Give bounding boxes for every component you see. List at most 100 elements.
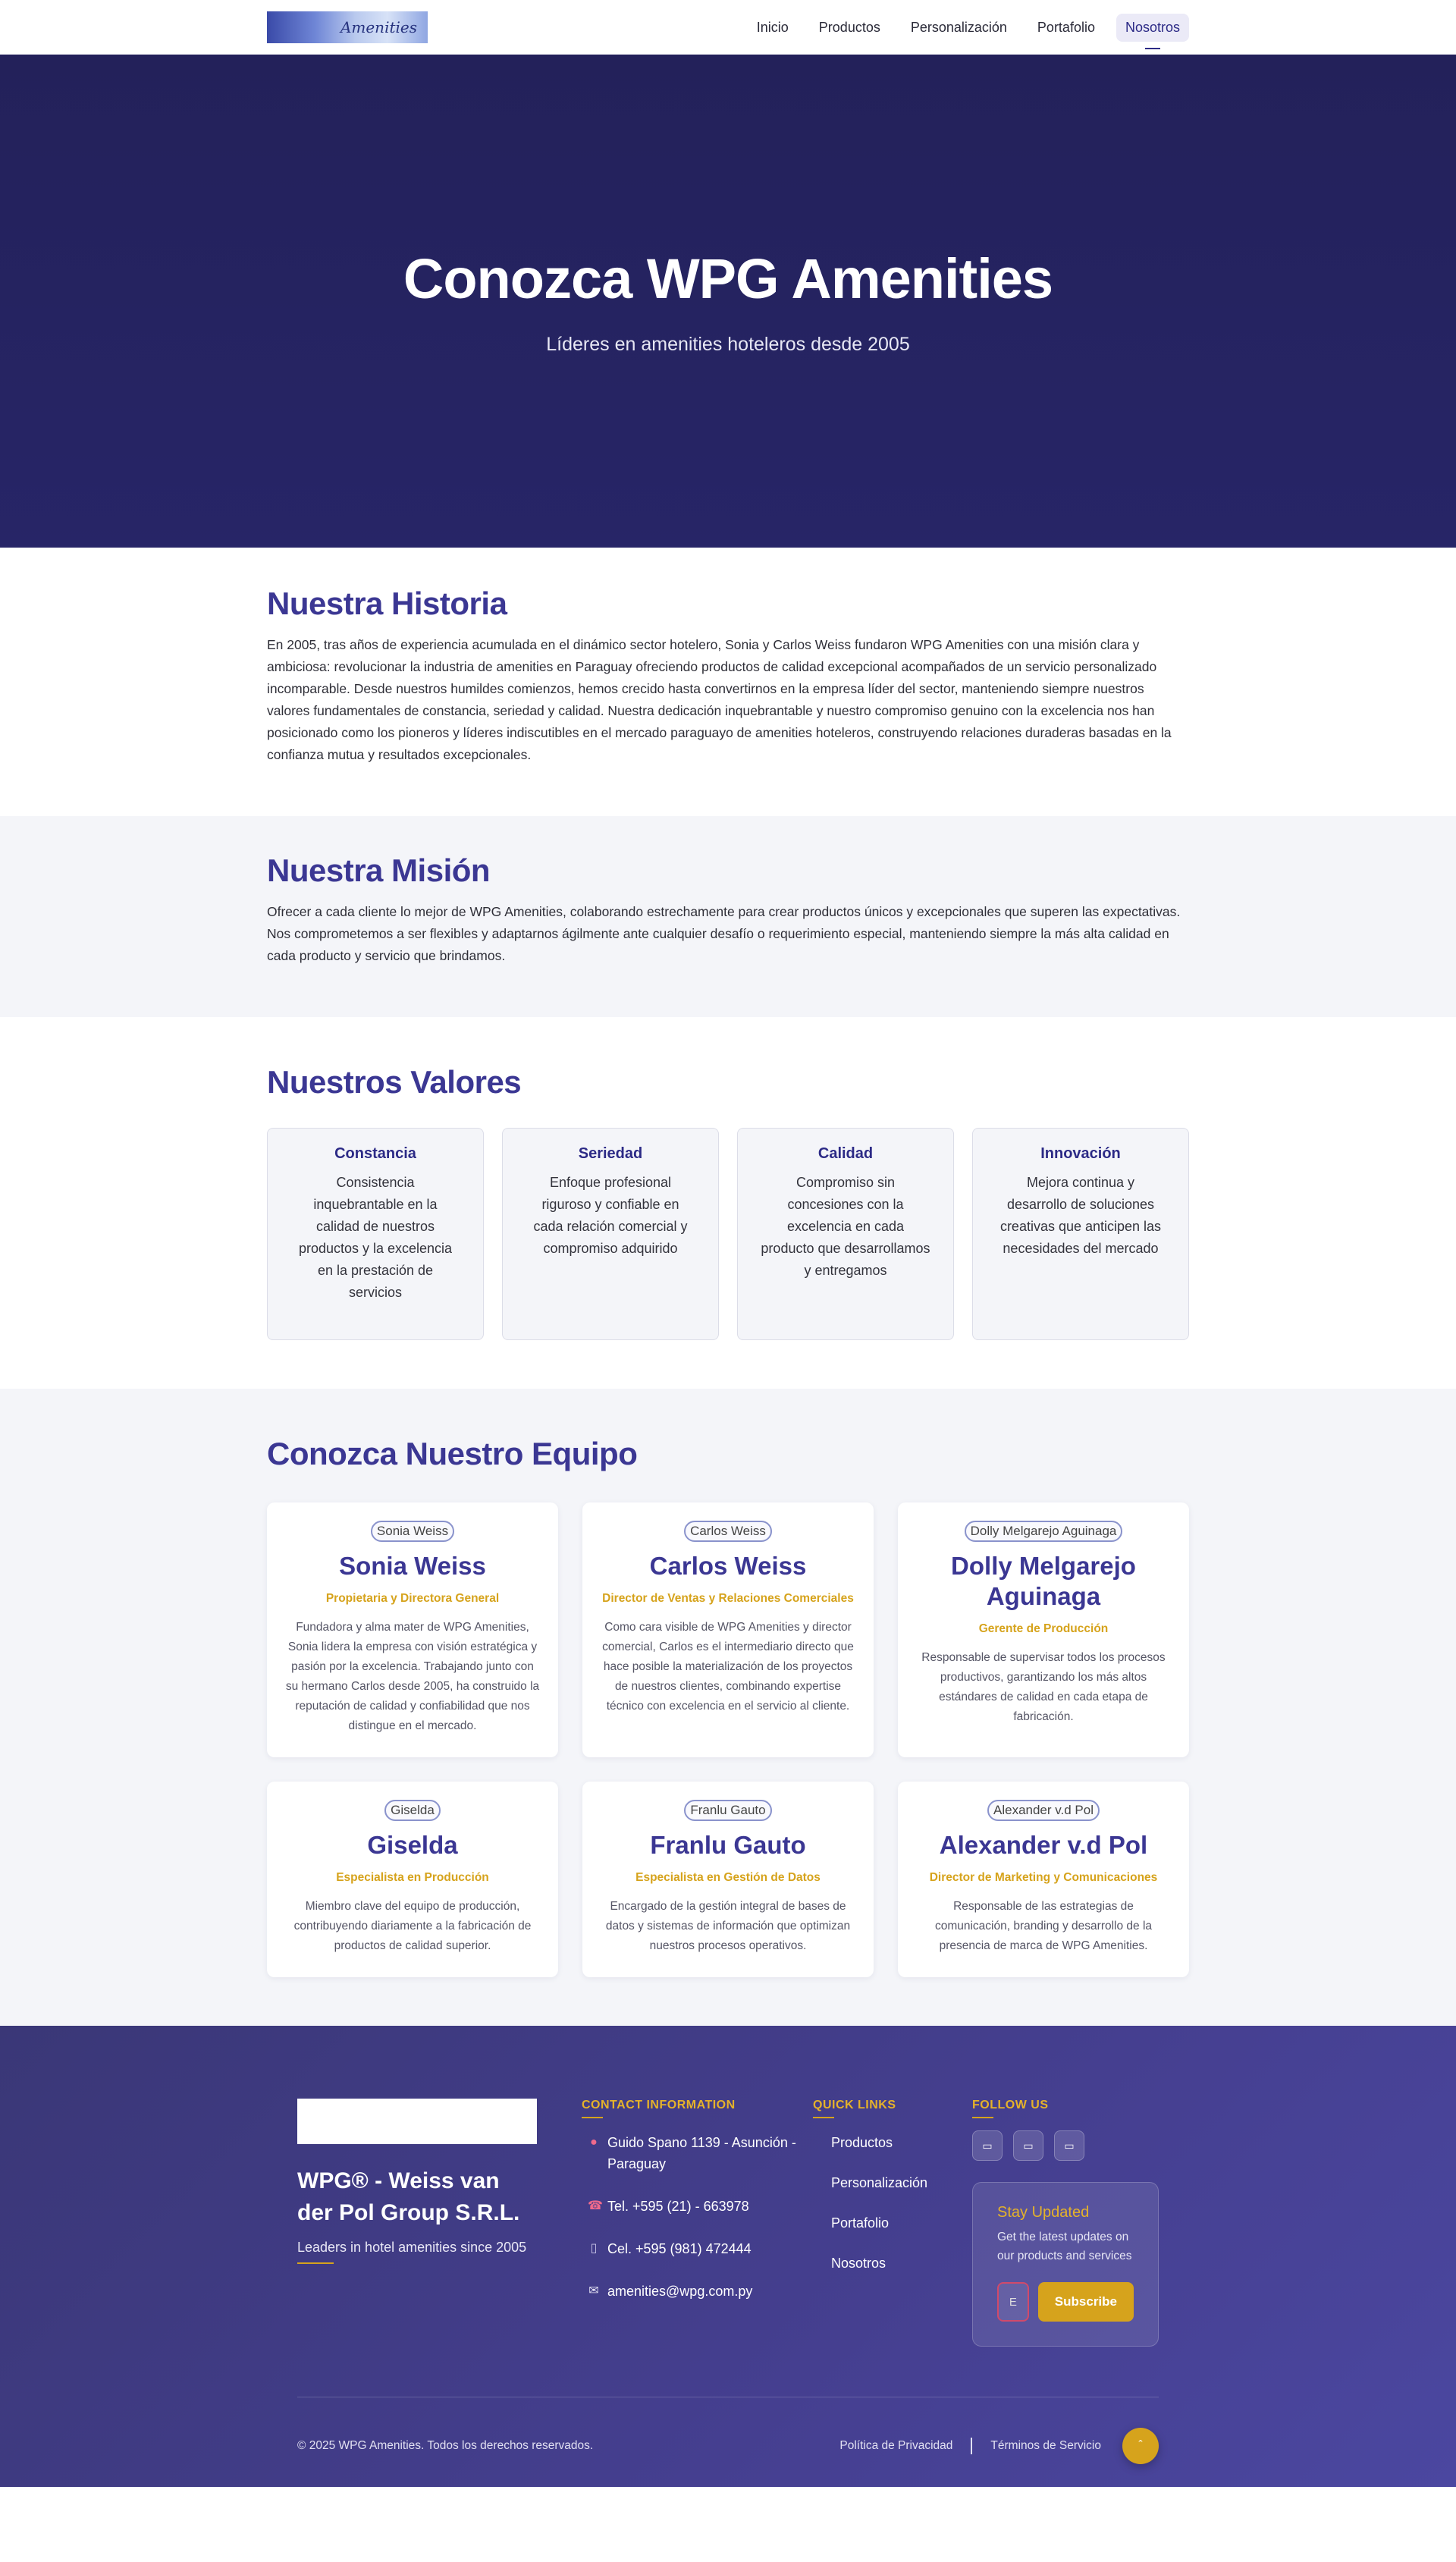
site-footer: WPG® - Weiss van der Pol Group S.R.L. Le…: [0, 2026, 1456, 2487]
scroll-to-top-icon[interactable]: ˆ: [1122, 2428, 1159, 2464]
history-body: En 2005, tras años de experiencia acumul…: [267, 637, 1172, 762]
nav-link-inicio[interactable]: Inicio: [748, 14, 798, 42]
value-title: Calidad: [817, 1145, 874, 1162]
value-card-constancia: Constancia Consistencia inquebrantable e…: [267, 1128, 484, 1340]
team-member-role: Propietaria y Directora General: [325, 1592, 500, 1605]
team-photo-broken: Carlos Weiss: [684, 1521, 772, 1542]
team-card: Alexander v.d Pol Alexander v.d Pol Dire…: [898, 1782, 1189, 1977]
team-member-role: Gerente de Producción: [978, 1622, 1109, 1635]
legal-links: Política de Privacidad Términos de Servi…: [839, 2428, 1159, 2464]
team-member-desc: Responsable de supervisar todos los proc…: [921, 1651, 1166, 1723]
heading-underline: [972, 2117, 993, 2118]
mail-icon: ✉: [588, 2284, 599, 2297]
nav-link-personalizacion[interactable]: Personalización: [902, 14, 1016, 42]
team-card: Sonia Weiss Sonia Weiss Propietaria y Di…: [267, 1502, 558, 1757]
value-text: Mejora continua y desarrollo de solucion…: [999, 1175, 1162, 1256]
team-photo-broken: Franlu Gauto: [684, 1800, 772, 1821]
brand-logo[interactable]: Amenities: [267, 11, 428, 43]
terms-link[interactable]: Términos de Servicio: [990, 2439, 1101, 2453]
team-card: Giselda Giselda Especialista en Producci…: [267, 1782, 558, 1977]
value-card-innovacion: Innovación Mejora continua y desarrollo …: [972, 1128, 1189, 1340]
social-icon-3[interactable]: ▭: [1054, 2130, 1084, 2161]
nav-link-nosotros[interactable]: Nosotros: [1116, 13, 1189, 49]
team-member-desc: Miembro clave del equipo de producción, …: [293, 1900, 532, 1952]
logo-text: Amenities: [340, 18, 417, 36]
value-text: Compromiso sin concesiones con la excele…: [761, 1175, 930, 1278]
heading-underline: [582, 2117, 603, 2118]
nav-link-portafolio[interactable]: Portafolio: [1028, 14, 1104, 42]
footer-logo[interactable]: [297, 2099, 537, 2144]
team-member-desc: Como cara visible de WPG Amenities y dir…: [602, 1621, 854, 1713]
footer-brand: WPG® - Weiss van der Pol Group S.R.L. Le…: [297, 2099, 537, 2347]
top-navbar: Amenities Inicio Productos Personalizaci…: [0, 0, 1456, 55]
footer-link-productos[interactable]: Productos: [813, 2132, 972, 2153]
social-icon-2[interactable]: ▭: [1013, 2130, 1043, 2161]
team-member-role: Director de Ventas y Relaciones Comercia…: [602, 1592, 854, 1605]
team-card: Franlu Gauto Franlu Gauto Especialista e…: [582, 1782, 874, 1977]
values-section: Nuestros Valores Constancia Consistencia…: [0, 1017, 1456, 1389]
privacy-link[interactable]: Política de Privacidad: [839, 2439, 952, 2453]
value-title: Seriedad: [578, 1145, 643, 1162]
team-member-name: Giselda: [367, 1831, 458, 1859]
contact-phone[interactable]: ☎ Tel. +595 (21) - 663978: [582, 2196, 813, 2217]
footer-contact: CONTACT INFORMATION ● Guido Spano 1139 - …: [582, 2099, 813, 2347]
team-member-desc: Responsable de las estrategias de comuni…: [934, 1900, 1153, 1952]
subscribe-button[interactable]: Subscribe: [1037, 2282, 1134, 2322]
copyright-text: © 2025 WPG Amenities. Todos los derechos…: [297, 2439, 594, 2452]
follow-heading: FOLLOW US: [972, 2099, 1049, 2111]
contact-address: ● Guido Spano 1139 - Asunción - Paraguay: [582, 2132, 813, 2174]
team-member-desc: Fundadora y alma mater de WPG Amenities,…: [285, 1621, 540, 1732]
links-heading: QUICK LINKS: [813, 2099, 896, 2111]
value-text: Enfoque profesional riguroso y confiable…: [533, 1175, 688, 1256]
mission-title: Nuestra Misión: [267, 852, 491, 888]
team-member-role: Director de Marketing y Comunicaciones: [929, 1871, 1158, 1884]
footer-underline: [297, 2262, 334, 2264]
hero-title: Conozca WPG Amenities: [403, 247, 1053, 310]
nav-link-productos[interactable]: Productos: [810, 14, 890, 42]
contact-phone-text: Tel. +595 (21) - 663978: [607, 2199, 749, 2214]
team-grid: Sonia Weiss Sonia Weiss Propietaria y Di…: [267, 1502, 1189, 1977]
team-member-name: Dolly Melgarejo Aguinaga: [951, 1552, 1136, 1610]
footer-link-portafolio[interactable]: Portafolio: [813, 2212, 972, 2234]
footer-quick-links: QUICK LINKS Productos Personalización Po…: [813, 2099, 972, 2347]
team-member-role: Especialista en Producción: [336, 1871, 489, 1884]
mission-section: Nuestra Misión Ofrecer a cada cliente lo…: [0, 816, 1456, 1017]
hero-banner: Conozca WPG Amenities Líderes en ameniti…: [0, 55, 1456, 548]
legal-divider: [971, 2438, 973, 2454]
team-member-role: Especialista en Gestión de Datos: [635, 1871, 821, 1884]
team-photo-broken: Sonia Weiss: [370, 1521, 455, 1542]
newsletter-title: Stay Updated: [997, 2204, 1090, 2221]
contact-mobile[interactable]: ▯ Cel. +595 (981) 472444: [582, 2238, 813, 2259]
main-menu: Inicio Productos Personalización Portafo…: [748, 13, 1189, 49]
footer-link-personalizacion[interactable]: Personalización: [813, 2172, 972, 2193]
contact-email[interactable]: ✉ amenities@wpg.com.py: [582, 2281, 813, 2302]
values-title: Nuestros Valores: [267, 1064, 522, 1100]
mobile-icon: ▯: [590, 2242, 598, 2255]
newsletter-box: Stay Updated Get the latest updates on o…: [972, 2182, 1159, 2347]
footer-bottom-bar: © 2025 WPG Amenities. Todos los derechos…: [297, 2397, 1159, 2464]
team-photo-broken: Alexander v.d Pol: [987, 1800, 1100, 1821]
mission-body: Ofrecer a cada cliente lo mejor de WPG A…: [267, 904, 1181, 963]
footer-tagline: Leaders in hotel amenities since 2005: [297, 2240, 527, 2255]
team-section: Conozca Nuestro Equipo Sonia Weiss Sonia…: [0, 1389, 1456, 2026]
social-links: ▭ ▭ ▭: [972, 2130, 1159, 2161]
social-icon-1[interactable]: ▭: [972, 2130, 1003, 2161]
value-title: Constancia: [334, 1145, 416, 1162]
contact-address-text: Guido Spano 1139 - Asunción - Paraguay: [607, 2135, 796, 2171]
contact-mobile-text: Cel. +595 (981) 472444: [607, 2241, 752, 2256]
footer-follow: FOLLOW US ▭ ▭ ▭ Stay Updated Get the lat…: [972, 2099, 1159, 2347]
value-card-calidad: Calidad Compromiso sin concesiones con l…: [737, 1128, 954, 1340]
newsletter-email-input[interactable]: E: [997, 2282, 1029, 2322]
values-grid: Constancia Consistencia inquebrantable e…: [267, 1128, 1189, 1340]
hero-subtitle: Líderes en amenities hoteleros desde 200…: [546, 334, 910, 355]
team-photo-broken: Giselda: [384, 1800, 441, 1821]
history-title: Nuestra Historia: [267, 586, 507, 621]
value-title: Innovación: [1040, 1145, 1121, 1162]
footer-link-nosotros[interactable]: Nosotros: [813, 2253, 972, 2274]
newsletter-text: Get the latest updates on our products a…: [997, 2231, 1132, 2262]
team-photo-broken: Dolly Melgarejo Aguinaga: [964, 1521, 1123, 1542]
value-text: Consistencia inquebrantable en la calida…: [298, 1175, 453, 1300]
location-pin-icon: ●: [590, 2136, 598, 2149]
team-member-name: Sonia Weiss: [339, 1552, 486, 1580]
team-member-name: Alexander v.d Pol: [939, 1831, 1148, 1859]
